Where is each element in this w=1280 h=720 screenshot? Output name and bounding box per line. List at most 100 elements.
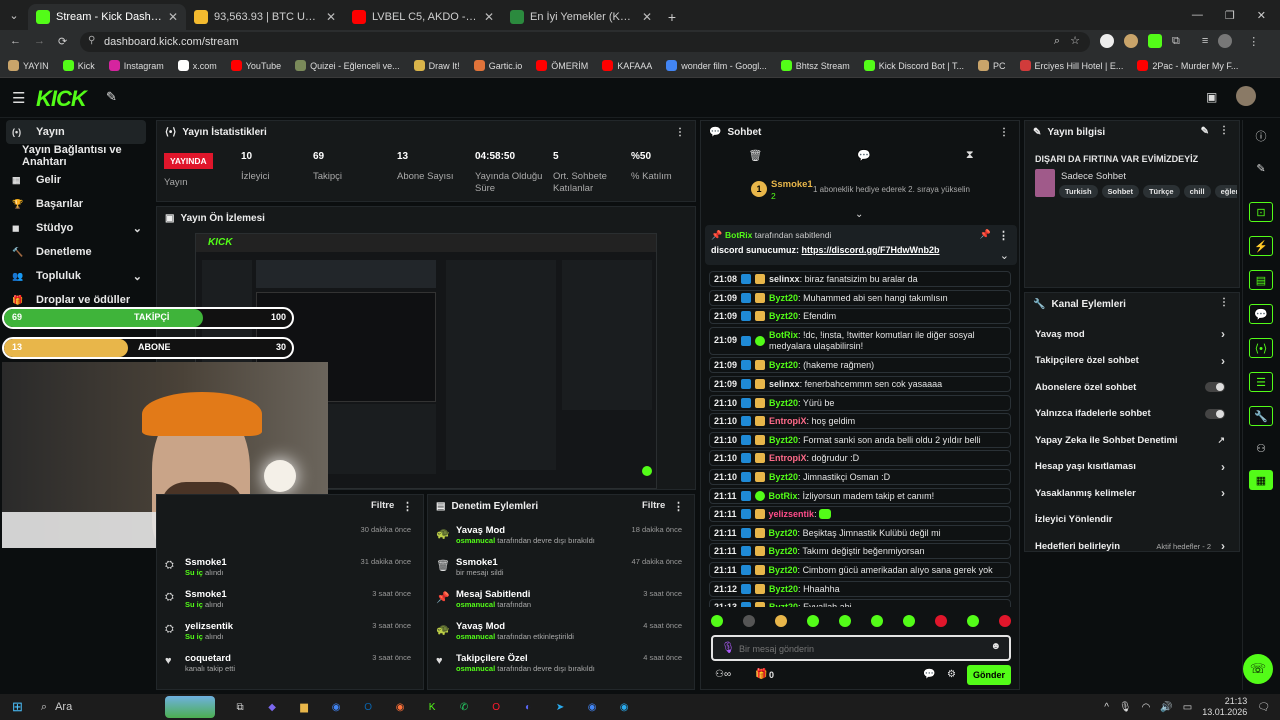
opera-icon[interactable]: O — [485, 698, 507, 716]
sidebar-item[interactable]: 🔨 Denetleme — [0, 240, 152, 264]
chat-message[interactable]: 21:12 Byzt20: Hhaahha — [709, 580, 1011, 597]
chevron-right-icon[interactable]: › — [1221, 327, 1225, 341]
message-user[interactable]: Byzt20 — [769, 584, 798, 594]
widget-icon[interactable] — [165, 696, 216, 718]
toggle-switch[interactable] — [1205, 408, 1225, 419]
chat-message[interactable]: 21:10 Byzt20: Yürü be — [709, 394, 1011, 411]
message-user[interactable]: Byzt20 — [769, 602, 798, 607]
modlog-filter-button[interactable]: Filtre — [642, 500, 665, 511]
info-circle-icon[interactable]: ⓘ — [1249, 126, 1273, 146]
screen-icon[interactable]: ⊡ — [1249, 202, 1273, 222]
channel-action-item[interactable]: Hesap yaşı kısıtlaması › — [1025, 454, 1239, 481]
bookmark-item[interactable]: ÖMERİM — [536, 60, 588, 71]
extension-icon[interactable] — [1148, 34, 1162, 48]
user-avatar[interactable] — [1236, 86, 1256, 106]
chat-message[interactable]: 21:09 selinxx: fenerbahcemmm sen cok yasa… — [709, 375, 1011, 392]
stream-tag[interactable]: chill — [1183, 185, 1211, 198]
emoji-icon[interactable]: ☻ — [990, 641, 1001, 652]
stats-menu-icon[interactable]: ⋮ — [675, 127, 685, 138]
chat-message[interactable]: 21:13 Byzt20: Eyvallah abi — [709, 599, 1011, 607]
emote-icon[interactable] — [711, 615, 723, 627]
expand-pinned-icon[interactable]: ⌄ — [1000, 249, 1009, 262]
chat-message[interactable]: 21:08 selinxx: biraz fanatsizim bu aralar… — [709, 271, 1011, 287]
channel-action-item[interactable]: Abonelere özel sohbet — [1025, 374, 1239, 401]
channel-action-item[interactable]: Takipçilere özel sohbet › — [1025, 348, 1239, 375]
minimize-button[interactable]: — — [1192, 9, 1203, 21]
chat-message[interactable]: 21:11 yelizsentik: — [709, 506, 1011, 523]
extension-icon[interactable] — [1100, 34, 1114, 48]
chat-input[interactable]: 🎙 ☻ — [711, 635, 1011, 661]
kick-logo[interactable]: KICK — [36, 86, 87, 112]
bookmark-item[interactable]: Gartic.io — [473, 60, 522, 71]
browser-menu-icon[interactable]: ⋮ — [1248, 35, 1259, 48]
stream-tag[interactable]: eğlen — [1214, 185, 1237, 198]
chevron-right-icon[interactable]: › — [1221, 354, 1225, 368]
modlog-user[interactable]: osmanucal — [456, 600, 495, 609]
kick-app-icon[interactable]: K — [421, 698, 443, 716]
bookmark-item[interactable]: Kick — [62, 60, 95, 71]
chevron-right-icon[interactable]: › — [1221, 486, 1225, 500]
chat-message[interactable]: 21:09 Byzt20: (hakeme rağmen) — [709, 357, 1011, 374]
toggle-switch[interactable] — [1205, 382, 1225, 393]
emote-icon[interactable] — [903, 615, 915, 627]
message-user[interactable]: selinxx — [769, 274, 800, 284]
discord-icon[interactable]: ◐ — [517, 698, 539, 716]
bookmark-item[interactable]: PC — [977, 60, 1006, 71]
browser-tab[interactable]: LVBEL C5, AKDO - ÇÖZEMEZLER ✕ — [344, 4, 502, 30]
sidebar-item[interactable]: Yayın Bağlantısı ve Anahtarı — [0, 144, 152, 168]
browser-tab[interactable]: 93,563.93 | BTC USDT | Bitcoin ✕ — [186, 4, 344, 30]
message-user[interactable]: Byzt20 — [769, 472, 798, 482]
category-name[interactable]: Sadece Sohbet — [1061, 171, 1126, 182]
modlog-user[interactable]: osmanucal — [456, 536, 495, 545]
message-user[interactable]: Byzt20 — [769, 565, 798, 575]
reload-icon[interactable]: ⟳ — [58, 35, 67, 48]
bookmark-item[interactable]: Quizei - Eğlenceli ve... — [295, 60, 400, 71]
close-window-button[interactable]: ✕ — [1257, 9, 1266, 22]
activity-filter-button[interactable]: Filtre — [371, 500, 394, 511]
send-button[interactable]: Gönder — [967, 665, 1011, 685]
tools-icon[interactable]: ✎ — [106, 89, 117, 105]
bookmark-item[interactable]: Bhtsz Stream — [780, 60, 850, 71]
chat-message[interactable]: 21:09 Byzt20: Muhammed abi sen hangi takı… — [709, 289, 1011, 306]
chat-users-icon[interactable]: 💬 — [923, 669, 935, 680]
tab-close-icon[interactable]: ✕ — [484, 10, 494, 24]
volume-tray-icon[interactable]: 🔊 — [1160, 702, 1172, 713]
chrome-active-icon[interactable]: ◉ — [581, 698, 603, 716]
chat-message[interactable]: 21:11 BotRix: İzliyorsun madem takip et c… — [709, 487, 1011, 504]
chat-message[interactable]: 21:11 Byzt20: Beşiktaş Jimnastik Kulübü d… — [709, 524, 1011, 541]
stream-tag[interactable]: Türkçe — [1142, 185, 1180, 198]
chat-message[interactable]: 21:10 EntropiX: hoş geldim — [709, 413, 1011, 430]
broadcast-rail-icon[interactable]: ⟨•⟩ — [1249, 338, 1273, 358]
taskbar-search-icon[interactable]: ⌕ — [41, 701, 47, 714]
outlook-icon[interactable]: O — [357, 698, 379, 716]
message-user[interactable]: yelizsentik — [769, 509, 815, 519]
emote-icon[interactable] — [871, 615, 883, 627]
message-user[interactable]: BotRix — [769, 330, 798, 340]
message-user[interactable]: BotRix — [769, 491, 798, 501]
overlay-icon[interactable]: ▣ — [1206, 90, 1217, 104]
channel-action-item[interactable]: Yasaklanmış kelimeler › — [1025, 480, 1239, 507]
firefox-icon[interactable]: ◉ — [389, 698, 411, 716]
maximize-button[interactable]: ❐ — [1225, 9, 1235, 22]
browser-tab[interactable]: Stream - Kick Dashboard ✕ — [28, 4, 186, 30]
chat-message[interactable]: 21:10 Byzt20: Jimnastikçi Osman :D — [709, 468, 1011, 485]
browser-menu-button[interactable]: ⌄ — [0, 0, 28, 30]
edit-info-icon[interactable]: ✎ — [1201, 126, 1209, 137]
activity-menu-icon[interactable]: ⋮ — [402, 500, 413, 513]
mic-icon[interactable]: 🎙 — [721, 641, 735, 654]
channel-actions-menu-icon[interactable]: ⋮ — [1219, 297, 1229, 308]
emote-icon[interactable] — [839, 615, 851, 627]
message-user[interactable]: Byzt20 — [769, 293, 798, 303]
sidebar-item[interactable]: ◼ Stüdyo ⌄ — [0, 216, 152, 240]
pinned-menu-icon[interactable]: ⋮ — [998, 229, 1009, 242]
bookmark-star-icon[interactable]: ☆ — [1070, 34, 1080, 47]
emote-icon[interactable] — [967, 615, 979, 627]
message-user[interactable]: selinxx — [769, 379, 800, 389]
sidebar-item[interactable]: ▦ Gelir — [0, 168, 152, 192]
hamburger-menu-icon[interactable]: ☰ — [12, 89, 25, 107]
channel-action-item[interactable]: İzleyici Yönlendir — [1025, 507, 1239, 534]
calculator-icon[interactable]: ▦ — [1249, 470, 1273, 490]
microphone-tray-icon[interactable]: 🎙 — [1119, 702, 1132, 713]
extension-icon[interactable] — [1124, 34, 1138, 48]
bookmark-item[interactable]: Instagram — [108, 60, 164, 71]
